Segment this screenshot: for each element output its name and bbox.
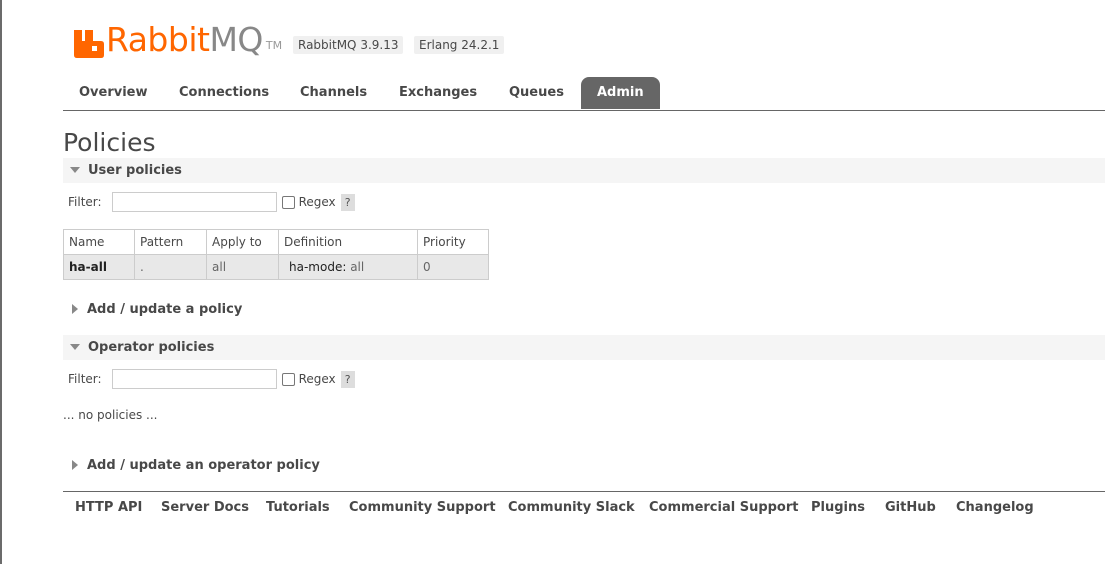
page-title: Policies bbox=[63, 128, 156, 157]
user-policies-filter-input[interactable] bbox=[111, 192, 277, 212]
column-header-pattern: Pattern bbox=[134, 229, 207, 255]
footer-link-community-support[interactable]: Community Support bbox=[349, 500, 496, 515]
regex-label: Regex bbox=[298, 195, 336, 209]
column-header-name: Name bbox=[63, 229, 135, 255]
tab-overview[interactable]: Overview bbox=[63, 77, 164, 109]
regex-help-icon[interactable]: ? bbox=[340, 193, 355, 211]
regex-label: Regex bbox=[298, 372, 336, 386]
window-left-border bbox=[0, 0, 2, 564]
column-header-apply-to: Apply to bbox=[206, 229, 279, 255]
footer-link-community-slack[interactable]: Community Slack bbox=[508, 500, 635, 515]
footer-link-server-docs[interactable]: Server Docs bbox=[161, 500, 249, 515]
add-update-operator-policy-label: Add / update an operator policy bbox=[87, 458, 320, 473]
user-policies-regex-checkbox[interactable] bbox=[281, 195, 295, 209]
tab-connections[interactable]: Connections bbox=[163, 77, 285, 109]
policy-priority: 0 bbox=[417, 254, 489, 280]
erlang-badge: Erlang 24.2.1 bbox=[414, 36, 505, 54]
expand-triangle-icon bbox=[72, 460, 78, 470]
table-header-row: Name Pattern Apply to Definition Priorit… bbox=[63, 229, 489, 255]
rabbitmq-logo[interactable]: RabbitMQ TM bbox=[74, 18, 282, 58]
logo-wordmark: RabbitMQ bbox=[106, 22, 263, 58]
add-update-policy-toggle[interactable]: Add / update a policy bbox=[63, 299, 242, 321]
logo-trademark: TM bbox=[265, 39, 283, 52]
footer-link-plugins[interactable]: Plugins bbox=[811, 500, 865, 515]
definition-value: all bbox=[350, 260, 365, 274]
regex-help-icon[interactable]: ? bbox=[340, 370, 355, 388]
footer-links: HTTP API Server Docs Tutorials Community… bbox=[63, 491, 1105, 526]
user-policies-table: Name Pattern Apply to Definition Priorit… bbox=[63, 229, 489, 280]
user-policies-title: User policies bbox=[88, 163, 182, 178]
no-policies-message: ... no policies ... bbox=[63, 408, 158, 422]
operator-policies-title: Operator policies bbox=[88, 340, 215, 355]
operator-policies-section-header[interactable]: Operator policies bbox=[63, 335, 1105, 360]
filter-label: Filter: bbox=[68, 195, 102, 209]
expand-triangle-icon bbox=[72, 304, 78, 314]
rabbitmq-logo-icon bbox=[74, 30, 104, 58]
policy-apply-to: all bbox=[206, 254, 279, 280]
main-nav-tabs: Overview Connections Channels Exchanges … bbox=[63, 77, 1105, 111]
tab-admin[interactable]: Admin bbox=[581, 77, 660, 109]
operator-policies-regex-checkbox[interactable] bbox=[281, 372, 295, 386]
policy-name-link[interactable]: ha-all bbox=[63, 254, 135, 280]
footer-link-tutorials[interactable]: Tutorials bbox=[266, 500, 330, 515]
column-header-definition: Definition bbox=[278, 229, 418, 255]
definition-key: ha-mode: bbox=[289, 260, 347, 274]
footer-link-commercial-support[interactable]: Commercial Support bbox=[649, 500, 799, 515]
operator-policies-filter-input[interactable] bbox=[111, 369, 277, 389]
filter-label: Filter: bbox=[68, 372, 102, 386]
version-badge: RabbitMQ 3.9.13 bbox=[293, 36, 404, 54]
column-header-priority: Priority bbox=[417, 229, 489, 255]
tab-queues[interactable]: Queues bbox=[493, 77, 580, 109]
add-update-operator-policy-toggle[interactable]: Add / update an operator policy bbox=[63, 455, 320, 477]
user-policies-section-header[interactable]: User policies bbox=[63, 158, 1105, 183]
logo-text-rabbit: Rabbit bbox=[106, 20, 210, 59]
policy-definition: ha-mode: all bbox=[278, 254, 418, 280]
footer-link-http-api[interactable]: HTTP API bbox=[75, 500, 142, 515]
footer-link-changelog[interactable]: Changelog bbox=[956, 500, 1034, 515]
table-row[interactable]: ha-all . all ha-mode: all 0 bbox=[63, 254, 489, 280]
operator-policies-filter-row: Filter: Regex ? bbox=[68, 368, 355, 390]
policy-pattern: . bbox=[134, 254, 207, 280]
collapse-triangle-icon bbox=[70, 167, 80, 173]
tab-exchanges[interactable]: Exchanges bbox=[383, 77, 493, 109]
footer-link-github[interactable]: GitHub bbox=[885, 500, 936, 515]
tab-channels[interactable]: Channels bbox=[284, 77, 383, 109]
collapse-triangle-icon bbox=[70, 344, 80, 350]
logo-text-mq: MQ bbox=[209, 20, 263, 59]
user-policies-filter-row: Filter: Regex ? bbox=[68, 191, 355, 213]
add-update-policy-label: Add / update a policy bbox=[87, 302, 243, 317]
